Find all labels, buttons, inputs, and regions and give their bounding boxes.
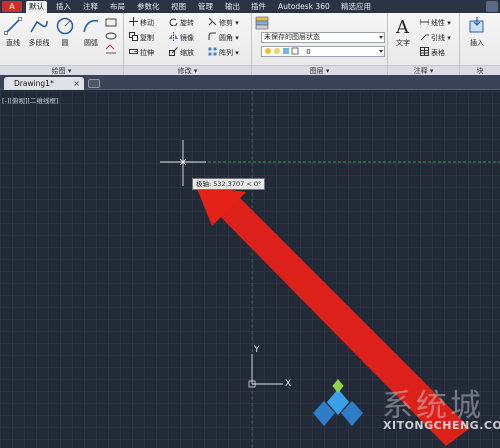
watermark-site: XITONGCHENG.COM [383,419,500,432]
ucs-x-label: X [285,379,291,389]
watermark-logo [313,379,363,426]
ucs-icon [248,354,283,388]
ucs-y-label: Y [253,345,260,355]
polar-tooltip: 极轴: 532.3707 < 0° [192,178,266,190]
